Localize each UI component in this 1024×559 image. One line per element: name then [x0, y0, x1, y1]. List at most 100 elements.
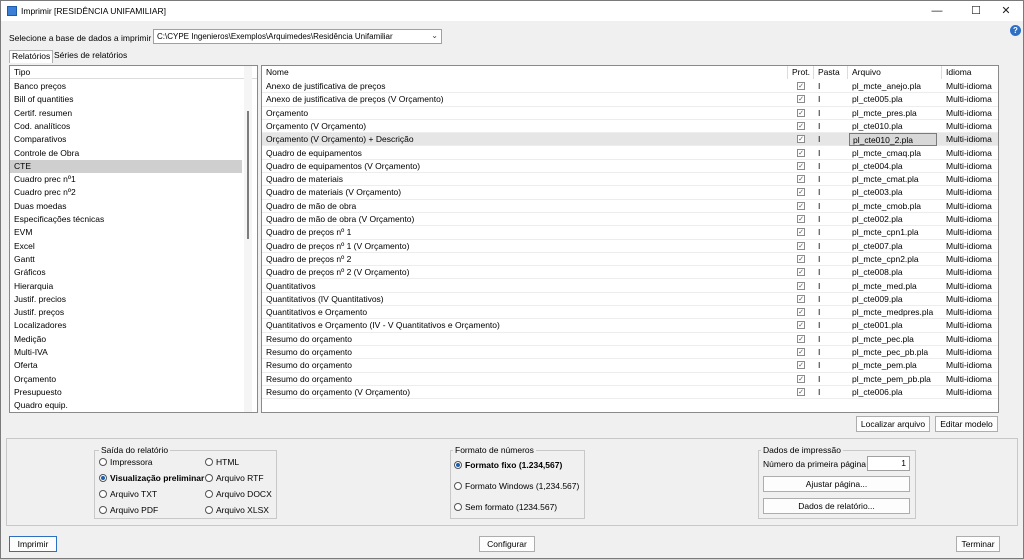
- radio-txt[interactable]: [99, 490, 107, 498]
- type-list-item[interactable]: Presupuesto: [10, 386, 242, 399]
- protected-checkbox[interactable]: ✓: [797, 387, 805, 396]
- type-list-item[interactable]: Duas moedas: [10, 200, 242, 213]
- type-list-item[interactable]: Bill of quantities: [10, 93, 242, 106]
- scrollbar-thumb[interactable]: [247, 111, 249, 239]
- table-row[interactable]: Quadro de equipamentos ✓ Ipl_mcte_cmaq.pla…: [262, 147, 998, 160]
- table-row[interactable]: Quadro de equipamentos (V Orçamento) ✓ Ipl…: [262, 160, 998, 174]
- type-list-item[interactable]: Comparativos: [10, 133, 242, 146]
- type-list-item[interactable]: Quadro equip.: [10, 399, 242, 412]
- table-row[interactable]: Quadro de preços nº 1 ✓ Ipl_mcte_cpn1.pla M…: [262, 226, 998, 240]
- print-button[interactable]: Imprimir: [9, 536, 57, 552]
- table-row[interactable]: Orçamento ✓ Ipl_mcte_pres.pla Multi-idioma: [262, 107, 998, 120]
- type-list-item[interactable]: Cod. analíticos: [10, 120, 242, 133]
- protected-checkbox[interactable]: ✓: [797, 334, 805, 343]
- protected-checkbox[interactable]: ✓: [797, 161, 805, 170]
- minimize-button[interactable]: —: [920, 1, 954, 21]
- table-row[interactable]: Quantitativos ✓ Ipl_mcte_med.pla Multi-idio…: [262, 280, 998, 293]
- column-header-file[interactable]: Arquivo: [848, 66, 942, 79]
- table-row[interactable]: Quadro de preços nº 1 (V Orçamento) ✓ Ipl_…: [262, 240, 998, 253]
- protected-checkbox[interactable]: ✓: [797, 188, 805, 197]
- type-list-item[interactable]: Justif. preços: [10, 306, 242, 319]
- close-button[interactable]: ✕: [989, 1, 1023, 21]
- protected-checkbox[interactable]: ✓: [797, 254, 805, 263]
- table-row[interactable]: Orçamento (V Orçamento) ✓ Ipl_cte010.pla Mu…: [262, 120, 998, 134]
- table-row[interactable]: Quadro de materiais (V Orçamento) ✓ Ipl_ct…: [262, 186, 998, 200]
- database-select[interactable]: C:\CYPE Ingenieros\Exemplos\Arquimedes\R…: [153, 29, 442, 44]
- column-header-prot[interactable]: Prot.: [788, 66, 814, 79]
- table-row[interactable]: Orçamento (V Orçamento) + Descrição ✓ Ipl_…: [262, 133, 998, 147]
- radio-pdf[interactable]: [99, 506, 107, 514]
- edit-template-button[interactable]: Editar modelo: [935, 416, 998, 432]
- report-data-button[interactable]: Dados de relatório...: [763, 498, 910, 514]
- type-list-item[interactable]: Gráficos: [10, 266, 242, 279]
- table-row[interactable]: Quadro de mão de obra (V Orçamento) ✓ Ipl_…: [262, 213, 998, 227]
- type-list-item[interactable]: Cuadro prec nº1: [10, 173, 242, 186]
- table-row[interactable]: Resumo do orçamento ✓ Ipl_mcte_pec_pb.pla M…: [262, 346, 998, 360]
- radio-no-format[interactable]: [454, 503, 462, 511]
- protected-checkbox[interactable]: ✓: [797, 95, 805, 104]
- locate-file-button[interactable]: Localizar arquivo: [856, 416, 930, 432]
- table-row[interactable]: Anexo de justificativa de preços (V Orça…: [262, 93, 998, 107]
- protected-checkbox[interactable]: ✓: [797, 348, 805, 356]
- protected-checkbox[interactable]: ✓: [797, 175, 805, 184]
- radio-preview[interactable]: [99, 474, 107, 482]
- table-row[interactable]: Quantitativos e Orçamento ✓ Ipl_mcte_medpr…: [262, 306, 998, 320]
- tab-report-series[interactable]: Séries de relatórios: [54, 50, 127, 63]
- type-list-item[interactable]: Hierarquia: [10, 280, 242, 293]
- help-icon[interactable]: ?: [1010, 25, 1021, 36]
- radio-printer[interactable]: [99, 458, 107, 466]
- type-list-item[interactable]: Multi-IVA: [10, 346, 242, 359]
- type-list-item[interactable]: EVM: [10, 226, 242, 239]
- type-list-item[interactable]: Localizadores: [10, 319, 242, 332]
- radio-rtf[interactable]: [205, 474, 213, 482]
- table-row[interactable]: Anexo de justificativa de preços ✓ Ipl_mct…: [262, 80, 998, 94]
- type-list-scrollbar[interactable]: [244, 66, 252, 412]
- column-header-folder[interactable]: Pasta: [814, 66, 848, 79]
- protected-checkbox[interactable]: ✓: [797, 108, 805, 117]
- type-list-item[interactable]: Banco preços: [10, 80, 242, 93]
- type-list-item[interactable]: CTE: [10, 159, 242, 174]
- protected-checkbox[interactable]: ✓: [797, 294, 805, 303]
- column-header-name[interactable]: Nome: [262, 66, 788, 79]
- protected-checkbox[interactable]: ✓: [797, 148, 805, 157]
- type-list-item[interactable]: Especificações técnicas: [10, 213, 242, 226]
- protected-checkbox[interactable]: ✓: [797, 82, 805, 90]
- protected-checkbox[interactable]: ✓: [797, 121, 805, 130]
- protected-checkbox[interactable]: ✓: [797, 268, 805, 277]
- type-list-item[interactable]: Medição: [10, 333, 242, 346]
- maximize-button[interactable]: ☐: [959, 1, 993, 21]
- table-row[interactable]: Quadro de materiais ✓ Ipl_mcte_cmat.pla Mul…: [262, 173, 998, 187]
- type-list-item[interactable]: Oferta: [10, 359, 242, 372]
- protected-checkbox[interactable]: ✓: [797, 241, 805, 250]
- tab-reports[interactable]: Relatórios: [9, 50, 54, 63]
- table-row[interactable]: Quadro de preços nº 2 (V Orçamento) ✓ Ipl_…: [262, 266, 998, 280]
- protected-checkbox[interactable]: ✓: [797, 228, 805, 237]
- protected-checkbox[interactable]: ✓: [797, 135, 805, 144]
- type-list-item[interactable]: Justif. precios: [10, 293, 242, 306]
- table-row[interactable]: Resumo do orçamento ✓ Ipl_mcte_pem_pb.pla M…: [262, 373, 998, 386]
- protected-checkbox[interactable]: ✓: [797, 308, 805, 317]
- type-list-item[interactable]: Controle de Obra: [10, 147, 242, 160]
- column-header-language[interactable]: Idioma: [942, 66, 998, 79]
- adjust-page-button[interactable]: Ajustar página...: [763, 476, 910, 492]
- table-row[interactable]: Quadro de mão de obra ✓ Ipl_mcte_cmob.pla M…: [262, 200, 998, 213]
- protected-checkbox[interactable]: ✓: [797, 361, 805, 370]
- finish-button[interactable]: Terminar: [956, 536, 1000, 552]
- table-row[interactable]: Resumo do orçamento (V Orçamento) ✓ Ipl_ct…: [262, 386, 998, 400]
- protected-checkbox[interactable]: ✓: [797, 374, 805, 383]
- radio-windows-format[interactable]: [454, 482, 462, 490]
- first-page-input[interactable]: 1: [867, 456, 910, 471]
- type-list-item[interactable]: Excel: [10, 240, 242, 253]
- table-row[interactable]: Resumo do orçamento ✓ Ipl_mcte_pec.pla Mult…: [262, 333, 998, 346]
- protected-checkbox[interactable]: ✓: [797, 321, 805, 330]
- type-list-item[interactable]: Gantt: [10, 253, 242, 266]
- protected-checkbox[interactable]: ✓: [797, 215, 805, 223]
- configure-button[interactable]: Configurar: [479, 536, 535, 552]
- table-row[interactable]: Resumo do orçamento ✓ Ipl_mcte_pem.pla Mult…: [262, 359, 998, 373]
- type-list-item[interactable]: Certif. resumen: [10, 107, 242, 120]
- radio-fixed-format[interactable]: [454, 461, 462, 469]
- radio-docx[interactable]: [205, 490, 213, 498]
- protected-checkbox[interactable]: ✓: [797, 201, 805, 210]
- radio-html[interactable]: [205, 458, 213, 466]
- protected-checkbox[interactable]: ✓: [797, 281, 805, 290]
